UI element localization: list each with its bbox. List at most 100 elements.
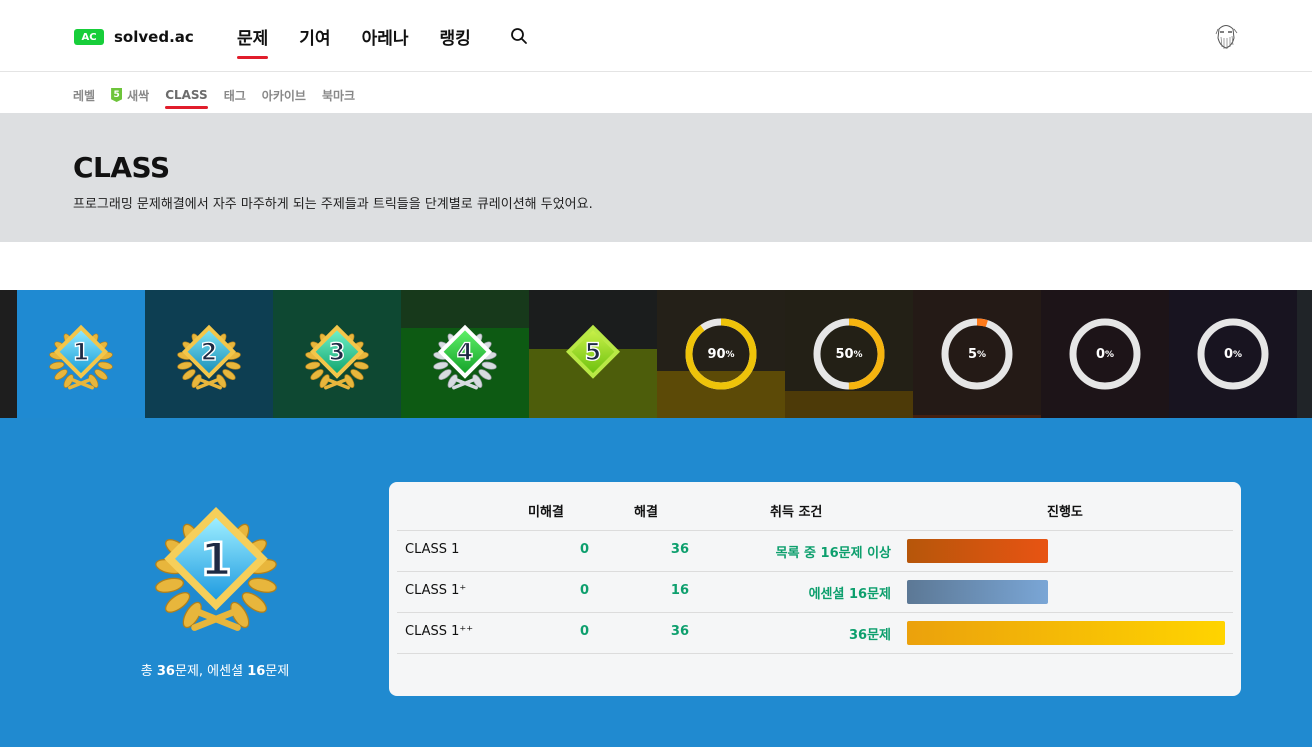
row-progress-bar — [907, 621, 1225, 645]
svg-text:1: 1 — [200, 533, 232, 586]
svg-text:4: 4 — [457, 338, 473, 366]
progress-percent-unit: % — [1233, 350, 1243, 360]
class-tile-locked-10[interactable]: 0% — [1169, 290, 1297, 418]
sub-navigation: 레벨 5 새싹 CLASS 태그 아카이브 북마크 — [73, 84, 371, 109]
row-class-name: CLASS 1⁺⁺ — [405, 624, 474, 639]
class-tile-content: 2 — [145, 290, 273, 418]
class-4-badge-icon: 4 — [433, 324, 497, 390]
subnav-bookmark-label: 북마크 — [321, 88, 356, 103]
progress-percent-label: 5% — [913, 290, 1041, 418]
class-progress-card: 미해결 해결 취득 조건 진행도 CLASS 1 0 36 목록 중 16문제 이상 C… — [389, 482, 1241, 696]
row-unsolved-count: 0 — [579, 542, 589, 557]
subnav-class[interactable]: CLASS — [165, 88, 208, 109]
nav-arena[interactable]: 아레나 — [362, 24, 409, 49]
class-tile-content: 5 — [529, 290, 657, 418]
nav-problems[interactable]: 문제 — [237, 24, 269, 59]
row-condition: 에센셜 16문제 — [808, 587, 891, 602]
summary-total: 36 — [156, 664, 175, 679]
page-title: CLASS — [73, 151, 170, 184]
nav-contribute[interactable]: 기여 — [299, 24, 330, 49]
summary-prefix: 총 — [140, 664, 157, 679]
strip-edge-left — [0, 290, 17, 418]
avatar-sketch-icon — [1215, 25, 1238, 49]
class-selector-strip: 1 2 3 4 5 90% 50% 5% 0% 0% — [0, 290, 1312, 418]
class-tile-content: 3 — [273, 290, 401, 418]
page-description: 프로그래밍 문제해결에서 자주 마주하게 되는 주제들과 트릭들을 단계별로 큐… — [73, 197, 593, 212]
progress-percent-unit: % — [977, 350, 987, 360]
subnav-sprout[interactable]: 5 새싹 — [111, 87, 149, 104]
class-tile-locked-6[interactable]: 90% — [657, 290, 785, 418]
class-progress-table: 미해결 해결 취득 조건 진행도 CLASS 1 0 36 목록 중 16문제 이상 C… — [397, 490, 1233, 654]
row-condition: 목록 중 16문제 이상 — [775, 546, 891, 561]
subnav-class-label: CLASS — [165, 88, 208, 102]
row-progress-bar — [907, 580, 1048, 604]
user-avatar[interactable] — [1210, 20, 1242, 52]
subnav-level[interactable]: 레벨 — [73, 87, 95, 104]
summary-mid: 문제, 에센셜 — [174, 664, 248, 679]
logo-text: solved.ac — [114, 28, 194, 46]
progress-percent-label: 0% — [1041, 290, 1169, 418]
class-tile-4[interactable]: 4 — [401, 290, 529, 418]
class-1-large-badge-icon: 1 — [155, 506, 277, 631]
row-class-name: CLASS 1⁺ — [405, 583, 467, 598]
progress-percent-value: 0 — [1095, 346, 1105, 362]
class-tile-content: 4 — [401, 290, 529, 418]
subnav-tag-label: 태그 — [223, 88, 246, 103]
row-unsolved-count: 0 — [579, 583, 589, 598]
progress-percent-value: 50 — [835, 346, 854, 362]
page-header-banner: CLASS 프로그래밍 문제해결에서 자주 마주하게 되는 주제들과 트릭들을 … — [0, 113, 1312, 242]
sprout-badge-icon: 5 — [111, 88, 123, 102]
progress-percent-label: 50% — [785, 290, 913, 418]
progress-percent-unit: % — [725, 350, 735, 360]
class-1-badge-icon: 1 — [49, 324, 113, 390]
class-3-badge-icon: 3 — [305, 324, 369, 390]
progress-percent-value: 0 — [1223, 346, 1233, 362]
progress-percent-unit: % — [853, 350, 863, 360]
search-icon[interactable] — [510, 27, 528, 45]
strip-edge-right — [1297, 290, 1312, 418]
subnav-archive-label: 아카이브 — [261, 88, 306, 103]
subnav-tag[interactable]: 태그 — [224, 87, 246, 104]
table-row: CLASS 1⁺⁺ 0 36 36문제 — [397, 613, 1233, 654]
svg-text:3: 3 — [329, 338, 345, 366]
class-tile-5[interactable]: 5 — [529, 290, 657, 418]
class-tile-locked-8[interactable]: 5% — [913, 290, 1041, 418]
class-summary: 총 36문제, 에센셜 16문제 — [0, 660, 430, 679]
table-row: CLASS 1⁺ 0 16 에센셜 16문제 — [397, 572, 1233, 613]
class-tile-locked-7[interactable]: 50% — [785, 290, 913, 418]
nav-ranking[interactable]: 랭킹 — [439, 24, 470, 49]
header-solved: 해결 — [634, 505, 658, 520]
class-5-badge-icon: 5 — [566, 324, 620, 388]
header-unsolved: 미해결 — [528, 505, 564, 520]
class-2-badge-icon: 2 — [177, 324, 241, 390]
summary-essential: 16 — [247, 664, 266, 679]
table-header: 미해결 해결 취득 조건 진행도 — [397, 490, 1233, 531]
table-body: CLASS 1 0 36 목록 중 16문제 이상 CLASS 1⁺ 0 16 에센셜 16문… — [397, 531, 1233, 654]
svg-text:5: 5 — [585, 338, 601, 366]
class-tile-1[interactable]: 1 — [17, 290, 145, 418]
top-navigation-bar: AC solved.ac 문제 기여 아레나 랭킹 — [0, 0, 1312, 72]
class-tile-content: 1 — [17, 290, 145, 418]
progress-percent-label: 0% — [1169, 290, 1297, 418]
svg-text:1: 1 — [73, 338, 89, 366]
svg-text:2: 2 — [201, 338, 217, 366]
subnav-archive[interactable]: 아카이브 — [262, 87, 306, 104]
summary-suffix: 문제 — [265, 664, 290, 679]
subnav-level-label: 레벨 — [73, 88, 96, 103]
table-row: CLASS 1 0 36 목록 중 16문제 이상 — [397, 531, 1233, 572]
row-unsolved-count: 0 — [579, 624, 589, 639]
row-class-name: CLASS 1 — [405, 542, 460, 557]
header-progress: 진행도 — [1047, 505, 1083, 520]
subnav-sprout-label: 새싹 — [127, 88, 150, 103]
class-tile-locked-9[interactable]: 0% — [1041, 290, 1169, 418]
progress-percent-unit: % — [1105, 350, 1115, 360]
main-nav: 문제 기여 아레나 랭킹 — [237, 24, 502, 59]
subnav-bookmark[interactable]: 북마크 — [322, 87, 355, 104]
site-logo[interactable]: AC solved.ac — [74, 28, 194, 46]
class-tile-2[interactable]: 2 — [145, 290, 273, 418]
progress-percent-value: 5 — [967, 346, 977, 362]
header-condition: 취득 조건 — [770, 505, 823, 520]
row-progress-bar — [907, 539, 1048, 563]
class-tile-3[interactable]: 3 — [273, 290, 401, 418]
class-detail-section: 1 총 36문제, 에센셜 16문제 미해결 해결 취득 조건 진행도 CLAS… — [0, 418, 1312, 747]
